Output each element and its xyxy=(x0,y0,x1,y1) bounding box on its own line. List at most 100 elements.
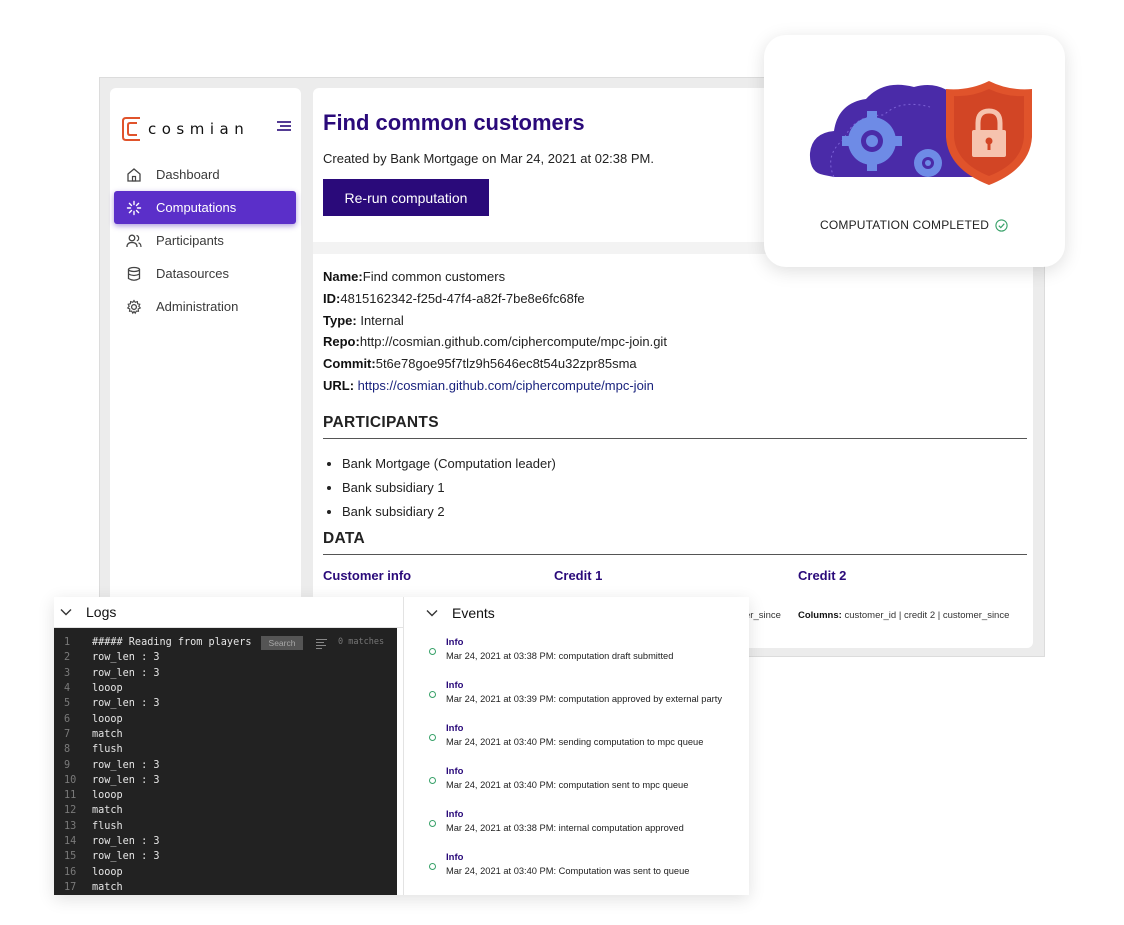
spinner-icon xyxy=(126,200,142,215)
log-line-text: flush xyxy=(92,744,123,756)
logs-title: Logs xyxy=(86,604,117,620)
log-search-input[interactable]: Search xyxy=(261,636,303,650)
detail-type: Type: Internal xyxy=(323,312,404,328)
event-level: Info xyxy=(446,680,464,691)
credit-1-columns: er_since xyxy=(745,610,781,621)
log-line-text: row_len : 3 xyxy=(92,667,160,679)
rerun-computation-button[interactable]: Re-run computation xyxy=(323,179,489,216)
log-line-text: flush xyxy=(92,820,123,832)
event-message: Mar 24, 2021 at 03:39 PM: computation ap… xyxy=(446,694,722,704)
timeline-dot-icon xyxy=(429,648,436,655)
log-line: 6 looop xyxy=(54,712,123,727)
log-line-number: 6 xyxy=(64,713,71,725)
sidebar-item-computations[interactable]: Computations xyxy=(114,191,296,224)
log-line-number: 8 xyxy=(64,744,71,756)
sidebar-item-label: Computations xyxy=(156,200,237,215)
event-message: Mar 24, 2021 at 03:40 PM: Computation wa… xyxy=(446,866,690,876)
event-level: Info xyxy=(446,766,464,777)
log-line-text: looop xyxy=(92,790,123,802)
log-line: 17 match xyxy=(54,880,123,895)
data-column-credit-1[interactable]: Credit 1 xyxy=(554,568,602,583)
events-list: Info Mar 24, 2021 at 03:38 PM: computatio… xyxy=(403,628,749,895)
log-line-number: 2 xyxy=(64,652,71,664)
log-line-text: row_len : 3 xyxy=(92,759,160,771)
log-line: 16 looop xyxy=(54,865,123,880)
logs-header[interactable]: Logs xyxy=(54,597,403,628)
event-message: Mar 24, 2021 at 03:40 PM: computation se… xyxy=(446,780,689,790)
brand-logo[interactable]: cosmian xyxy=(121,116,249,142)
log-line: 5 row_len : 3 xyxy=(54,696,159,711)
event-message: Mar 24, 2021 at 03:40 PM: sending comput… xyxy=(446,737,704,747)
event-item: Info Mar 24, 2021 at 03:38 PM: computatio… xyxy=(404,631,750,671)
log-line-text: row_len : 3 xyxy=(92,851,160,863)
created-by-text: Created by Bank Mortgage on Mar 24, 2021… xyxy=(323,151,654,166)
log-line-text: row_len : 3 xyxy=(92,698,160,710)
list-item: Bank Mortgage (Computation leader) xyxy=(342,452,556,476)
log-line-number: 5 xyxy=(64,698,71,710)
event-level: Info xyxy=(446,809,464,820)
gear-icon xyxy=(126,299,142,314)
log-line-number: 11 xyxy=(64,790,77,802)
chevron-down-icon[interactable] xyxy=(60,608,72,616)
log-line-text: row_len : 3 xyxy=(92,652,160,664)
menu-toggle-icon[interactable] xyxy=(277,120,291,132)
log-line-number: 14 xyxy=(64,836,77,848)
log-line-text: row_len : 3 xyxy=(92,836,160,848)
detail-commit: Commit:5t6e78goe95f7tlz9h5646ec8t54u32zp… xyxy=(323,356,637,372)
log-line: 13 flush xyxy=(54,819,123,834)
log-line: 1 ##### Reading from players xyxy=(54,635,251,650)
data-column-customer-info[interactable]: Customer info xyxy=(323,568,411,583)
sidebar-item-label: Participants xyxy=(156,233,224,248)
data-column-credit-2[interactable]: Credit 2 xyxy=(798,568,846,583)
log-line: 2 row_len : 3 xyxy=(54,650,159,665)
list-item: Bank subsidiary 2 xyxy=(342,500,556,524)
log-console[interactable]: 1 ##### Reading from players 2 row_len : 33… xyxy=(54,628,397,895)
event-item: Info Mar 24, 2021 at 03:40 PM: Computatio… xyxy=(404,846,750,886)
sidebar-item-label: Administration xyxy=(156,299,239,314)
sidebar-item-label: Dashboard xyxy=(156,167,220,182)
sidebar-item-administration[interactable]: Administration xyxy=(114,290,296,323)
credit-2-columns: Columns: customer_id | credit 2 | custom… xyxy=(798,610,1010,621)
sidebar-item-participants[interactable]: Participants xyxy=(114,224,296,257)
log-line-text: match xyxy=(92,728,123,740)
log-line: 11 looop xyxy=(54,788,123,803)
log-line-number: 13 xyxy=(64,820,77,832)
event-level: Info xyxy=(446,723,464,734)
log-line-text: looop xyxy=(92,866,123,878)
log-line: 12 match xyxy=(54,803,123,818)
filter-lines-icon[interactable] xyxy=(316,638,327,649)
detail-repo: Repo:http://cosmian.github.com/ciphercom… xyxy=(323,334,667,350)
search-matches-count: 0 matches xyxy=(338,637,385,647)
events-header[interactable]: Events xyxy=(403,597,749,628)
log-line-text: ##### Reading from players xyxy=(92,637,252,649)
event-item: Info Mar 24, 2021 at 03:39 PM: computatio… xyxy=(404,674,750,714)
timeline-dot-icon xyxy=(429,820,436,827)
log-line: 7 match xyxy=(54,727,123,742)
brand-name: cosmian xyxy=(148,120,250,138)
log-line: 9 row_len : 3 xyxy=(54,757,159,772)
log-line-text: looop xyxy=(92,713,123,725)
event-item: Info Mar 24, 2021 at 03:40 PM: sending co… xyxy=(404,717,750,757)
sidebar: cosmian Dashboard Computations Participa… xyxy=(110,88,301,648)
detail-id: ID:4815162342-f25d-47f4-a82f-7be8e6fc68f… xyxy=(323,290,585,306)
log-line-number: 15 xyxy=(64,851,77,863)
logs-events-panel: Logs Events 1 ##### Reading from players 2… xyxy=(54,597,749,895)
event-message: Mar 24, 2021 at 03:38 PM: computation dr… xyxy=(446,651,674,661)
log-line-text: row_len : 3 xyxy=(92,774,160,786)
log-line: 10 row_len : 3 xyxy=(54,773,159,788)
timeline-dot-icon xyxy=(429,863,436,870)
timeline-dot-icon xyxy=(429,691,436,698)
log-line-number: 17 xyxy=(64,881,77,893)
timeline-dot-icon xyxy=(429,734,436,741)
detail-name: Name:Find common customers xyxy=(323,269,506,284)
event-item: Info Mar 24, 2021 at 03:40 PM: computatio… xyxy=(404,760,750,800)
log-line-number: 9 xyxy=(64,759,71,771)
detail-url: URL: https://cosmian.github.com/cipherco… xyxy=(323,377,654,393)
chevron-down-icon[interactable] xyxy=(426,609,438,617)
sidebar-item-dashboard[interactable]: Dashboard xyxy=(114,158,296,191)
sidebar-item-datasources[interactable]: Datasources xyxy=(114,257,296,290)
event-level: Info xyxy=(446,852,464,863)
repo-url-link[interactable]: https://cosmian.github.com/ciphercompute… xyxy=(358,378,654,393)
users-icon xyxy=(126,234,142,247)
log-line-number: 12 xyxy=(64,805,77,817)
